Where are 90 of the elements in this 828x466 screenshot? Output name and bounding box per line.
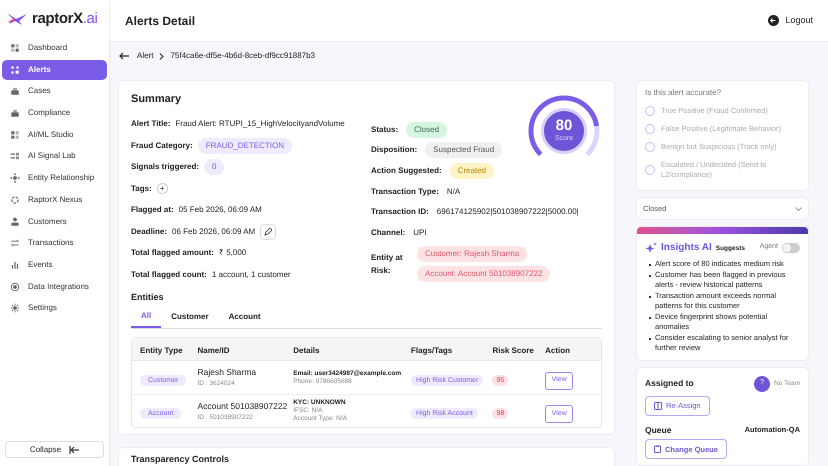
sidebar-item[interactable]: AI Signal Lab [2,146,107,166]
field-label: Alert Title: [131,118,170,130]
collapse-button[interactable]: Collapse [5,441,104,458]
network-icon [10,173,20,184]
clipboard-icon [654,445,661,454]
bar-chart-icon [10,260,20,270]
sidebar-item[interactable]: Transactions [2,233,107,254]
logout-button[interactable]: Logout [768,14,813,28]
collapse-arrow-icon [69,446,80,454]
target-icon [10,282,20,292]
entity-tab[interactable]: Customer [161,310,219,328]
field-label: Transaction ID: [371,206,429,218]
field-label: Total flagged amount: [131,247,214,260]
field-label: Status: [371,124,398,136]
field-label: Entity at Risk: [371,252,404,278]
sparkle-icon [645,242,657,254]
column-header: Entity Type [140,346,183,355]
field-value: Fraud Alert: RTUPI_15_HighVelocityandVolume [175,118,345,130]
field-value: 1 account, 1 customer [212,268,291,281]
entity-tab[interactable]: All [131,310,162,328]
back-arrow-icon [119,52,129,60]
field-label: Tags: [131,182,152,195]
entity-name: Rajesh Sharma [197,366,258,379]
column-header: Risk Score [492,346,534,355]
status-badge: Suspected Fraud [425,142,502,158]
field-label: Channel: [371,226,406,239]
logout-icon [768,15,780,26]
card-title: Summary [131,92,182,107]
risk-tag: Account: Account 501038907222 [417,266,550,282]
column-header: Name/ID [197,346,230,355]
field-label: Disposition: [371,144,418,156]
column-header: Flags/Tags [411,346,452,355]
nodes-icon [10,64,20,75]
insights-title: Insights AI [661,241,712,255]
sidebar-item[interactable]: Alerts [2,60,107,80]
column-header: Action [545,346,570,355]
sidebar-item[interactable]: RaptorX Nexus [2,190,107,210]
page-title: Alerts Detail [125,12,196,30]
sidebar-item[interactable]: Data Integrations [2,276,107,297]
sidebar-item[interactable]: Dashboard [2,38,107,58]
field-label: Flagged at: [131,204,174,216]
field-value: UPI [413,226,427,239]
edit-button[interactable] [260,224,276,240]
sidebar-item[interactable]: Settings [2,298,107,318]
tag: 0 [204,159,224,176]
field-label: Transaction Type: [371,186,439,198]
section-title: Queue [645,424,672,436]
field-value: 06 Feb 2026, 06:09 AM [172,226,256,238]
grid-icon [10,43,20,53]
columns-icon [654,402,662,410]
grid-icon [10,130,20,140]
agent-toggle[interactable] [782,242,800,252]
brand-name: raptorX.ai [32,8,98,29]
card-title: Transparency Controls [131,453,230,466]
tag: FRAUD_DETECTION [198,138,292,154]
add-tag-button[interactable]: + [156,183,168,194]
pencil-icon [264,228,272,236]
field-label: Deadline: [131,226,168,238]
chevron-down-icon [795,206,802,210]
entity-name: Account 501038907222 [197,400,288,412]
sidebar-item[interactable]: Events [2,254,107,275]
field-value: N/A [446,186,460,198]
field-value: 05 Feb 2026, 06:09 AM [178,204,262,216]
sidebar-item[interactable]: Entity Relationship [2,168,107,188]
status-badge: Closed [406,122,448,138]
entity-tab[interactable]: Account [218,310,271,328]
person-icon [10,216,20,226]
field-value: 696174125902|501038907222|5000.00| [436,206,579,218]
breadcrumb-current: 75f4ca6e-df5e-4b6d-8ceb-df9cc91887b3 [170,50,316,62]
field-label: Action Suggested: [371,164,442,177]
chevron-right-icon [159,52,164,60]
question-text: Is this alert accurate? [645,87,722,99]
risk-tag: Customer: Rajesh Sharma [417,246,528,262]
section-title: Assigned to [645,377,694,390]
sidebar-item[interactable]: Cases [2,81,107,102]
sidebar-item[interactable]: Compliance [2,103,107,124]
status-badge: Created [450,162,494,179]
gear-icon [10,303,20,314]
arrows-icon [10,238,20,248]
breadcrumb-link[interactable]: Alert [137,50,154,62]
column-header: Details [293,346,320,355]
sidebar-item[interactable]: Customers [2,212,107,232]
field-label: Signals triggered: [131,161,200,174]
section-title: Entities [131,290,165,304]
field-label: Fraud Category: [131,140,193,152]
circle-icon [10,194,20,205]
field-label: Total flagged count: [131,268,207,281]
sidebar-item[interactable]: AI/ML Studio [2,124,107,145]
field-value: ₹ 5,000 [218,247,246,260]
score-value: 80 [556,118,572,134]
